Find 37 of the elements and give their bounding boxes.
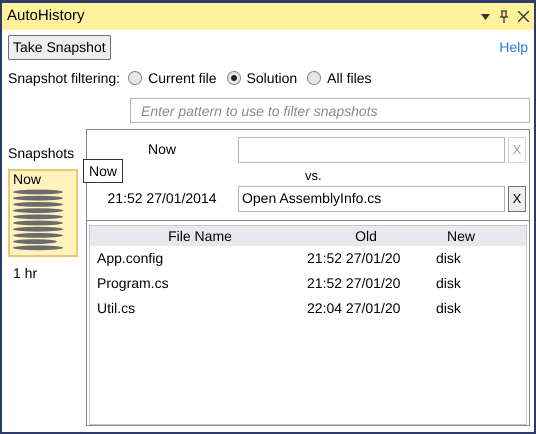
snapshots-heading: Snapshots	[8, 144, 76, 163]
tooltip: Now	[83, 159, 124, 183]
help-link[interactable]: Help	[499, 37, 528, 58]
filtering-label: Snapshot filtering:	[8, 68, 120, 88]
table-cell-text: Util.cs	[96, 299, 136, 318]
table-cell-text: Program.cs	[96, 274, 170, 293]
dropdown-icon[interactable]	[481, 14, 490, 20]
table-cell-text: 21:52 27/01/20	[306, 249, 402, 268]
snapshot-item[interactable]: 1 hr	[8, 257, 78, 283]
snapshot-label: 21:52 27/01/2014	[108, 189, 216, 208]
close-icon[interactable]	[518, 11, 529, 22]
column-header[interactable]: File Name	[90, 226, 310, 246]
radio-button[interactable]	[226, 71, 241, 85]
radio-option[interactable]: Solution	[226, 68, 298, 88]
window-title: AutoHistory	[7, 6, 86, 26]
filter-field[interactable]: Enter pattern to use to filter snapshots	[130, 98, 530, 123]
snapshot-label: Now	[148, 140, 176, 159]
column-header[interactable]: Old	[310, 226, 422, 246]
radio-option[interactable]: Current file	[128, 68, 217, 88]
comment-field[interactable]: Open AssemblyInfo.cs	[238, 186, 505, 212]
radio-option[interactable]: All files	[307, 68, 372, 88]
table-cell-text: 21:52 27/01/20	[306, 274, 402, 293]
table-cell-text: App.config	[96, 249, 164, 268]
pin-icon[interactable]	[500, 10, 508, 23]
radio-button[interactable]	[307, 71, 322, 85]
snapshot-thumbnail-drawing	[13, 189, 63, 251]
table-cell-text: disk	[436, 299, 461, 318]
table-cell-text: disk	[436, 249, 461, 268]
snapshot-item[interactable]: Now	[8, 169, 78, 257]
table-cell-text: 22:04 27/01/20	[306, 299, 402, 318]
vs-label: vs.	[305, 166, 322, 184]
radio-button[interactable]	[128, 71, 142, 85]
column-header[interactable]: New	[422, 226, 500, 246]
table-cell-text: disk	[436, 274, 461, 293]
comment-field[interactable]	[238, 136, 505, 162]
take-snapshot-button[interactable]: Take Snapshot	[8, 35, 111, 60]
clear-button[interactable]: X	[508, 186, 526, 212]
